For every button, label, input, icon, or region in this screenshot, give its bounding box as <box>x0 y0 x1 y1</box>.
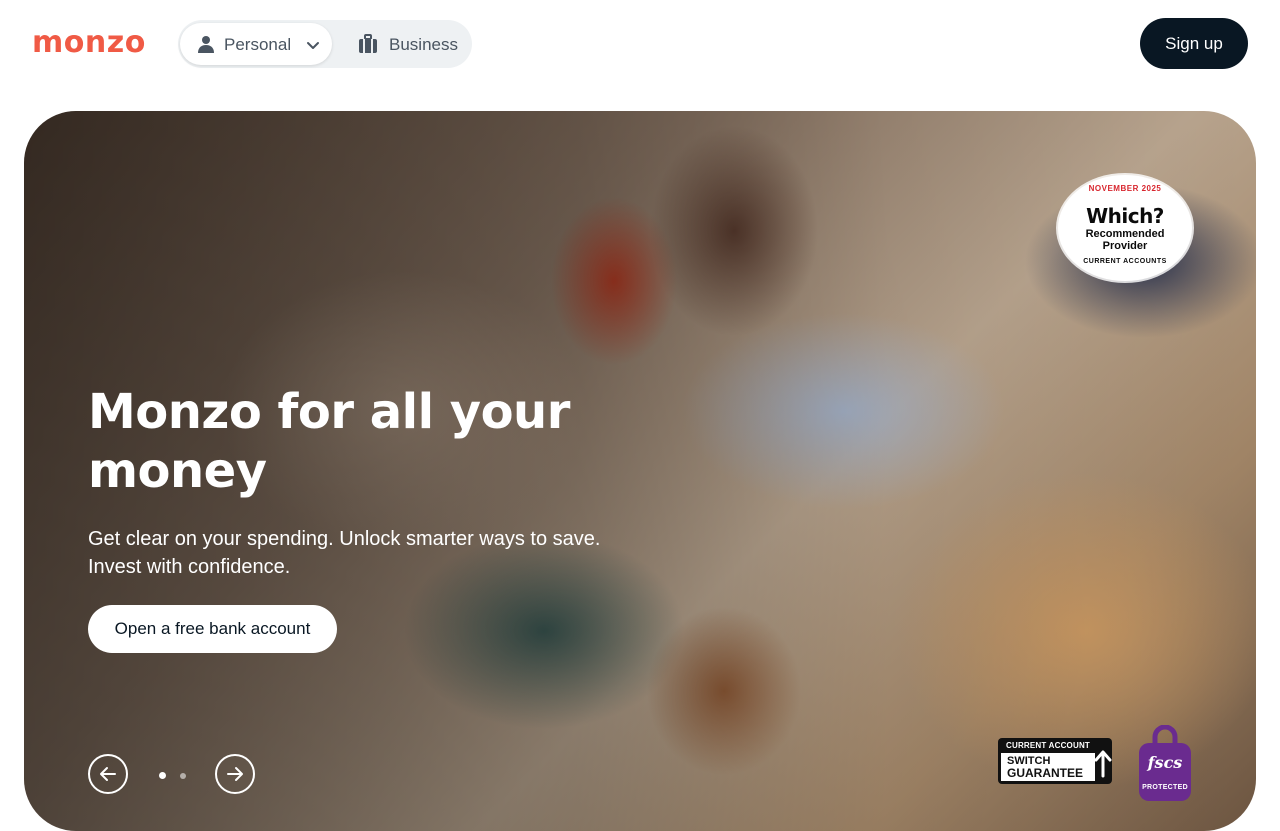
switch-line2: GUARANTEE <box>1007 766 1084 780</box>
chevron-down-icon <box>307 42 319 49</box>
which-recommended-badge: NOVEMBER 2025 Which? Recommended Provide… <box>1058 175 1192 281</box>
switch-guarantee-badge: CURRENT ACCOUNT SWITCH GUARANTEE <box>998 738 1112 784</box>
fscs-protected-badge: fscs PROTECTED <box>1139 725 1191 801</box>
personal-label: Personal <box>224 35 292 54</box>
fscs-name: fscs <box>1147 753 1183 772</box>
which-line2: Provider <box>1102 240 1148 252</box>
account-type-switcher: Personal Business <box>178 20 472 68</box>
switch-label-box: SWITCH GUARANTEE <box>1001 753 1095 781</box>
fscs-protected-text: PROTECTED <box>1142 784 1188 791</box>
switch-top-text: CURRENT ACCOUNT <box>1005 741 1091 750</box>
business-label: Business <box>389 35 458 54</box>
personal-dropdown[interactable]: Personal <box>180 23 332 65</box>
carousel-dot-1[interactable] <box>159 772 166 779</box>
carousel-dot-2[interactable] <box>180 773 186 779</box>
person-icon <box>198 36 214 53</box>
which-footer: CURRENT ACCOUNTS <box>1083 258 1167 265</box>
hero-title: Monzo for all your money <box>88 384 570 499</box>
hero-subtitle: Get clear on your spending. Unlock smart… <box>88 528 601 578</box>
monzo-logo[interactable]: monzo <box>32 26 146 60</box>
arrow-left-icon <box>100 767 116 781</box>
which-brand: Which? <box>1086 204 1164 228</box>
hero-banner: Monzo for all your money Get clear on yo… <box>24 111 1256 831</box>
which-date: NOVEMBER 2025 <box>1088 184 1162 193</box>
sign-up-button[interactable]: Sign up <box>1140 18 1248 69</box>
business-tab[interactable]: Business <box>356 23 466 65</box>
open-account-button[interactable]: Open a free bank account <box>88 605 337 653</box>
carousel-next-button[interactable] <box>215 754 255 794</box>
carousel-prev-button[interactable] <box>88 754 128 794</box>
fscs-lock-body: fscs PROTECTED <box>1139 743 1191 801</box>
arrow-right-icon <box>227 767 243 781</box>
site-header: monzo Personal Business Sign up <box>0 0 1280 88</box>
briefcase-icon <box>359 34 377 53</box>
switch-arrow-icon <box>1094 750 1112 778</box>
which-line1: Recommended <box>1085 228 1165 240</box>
